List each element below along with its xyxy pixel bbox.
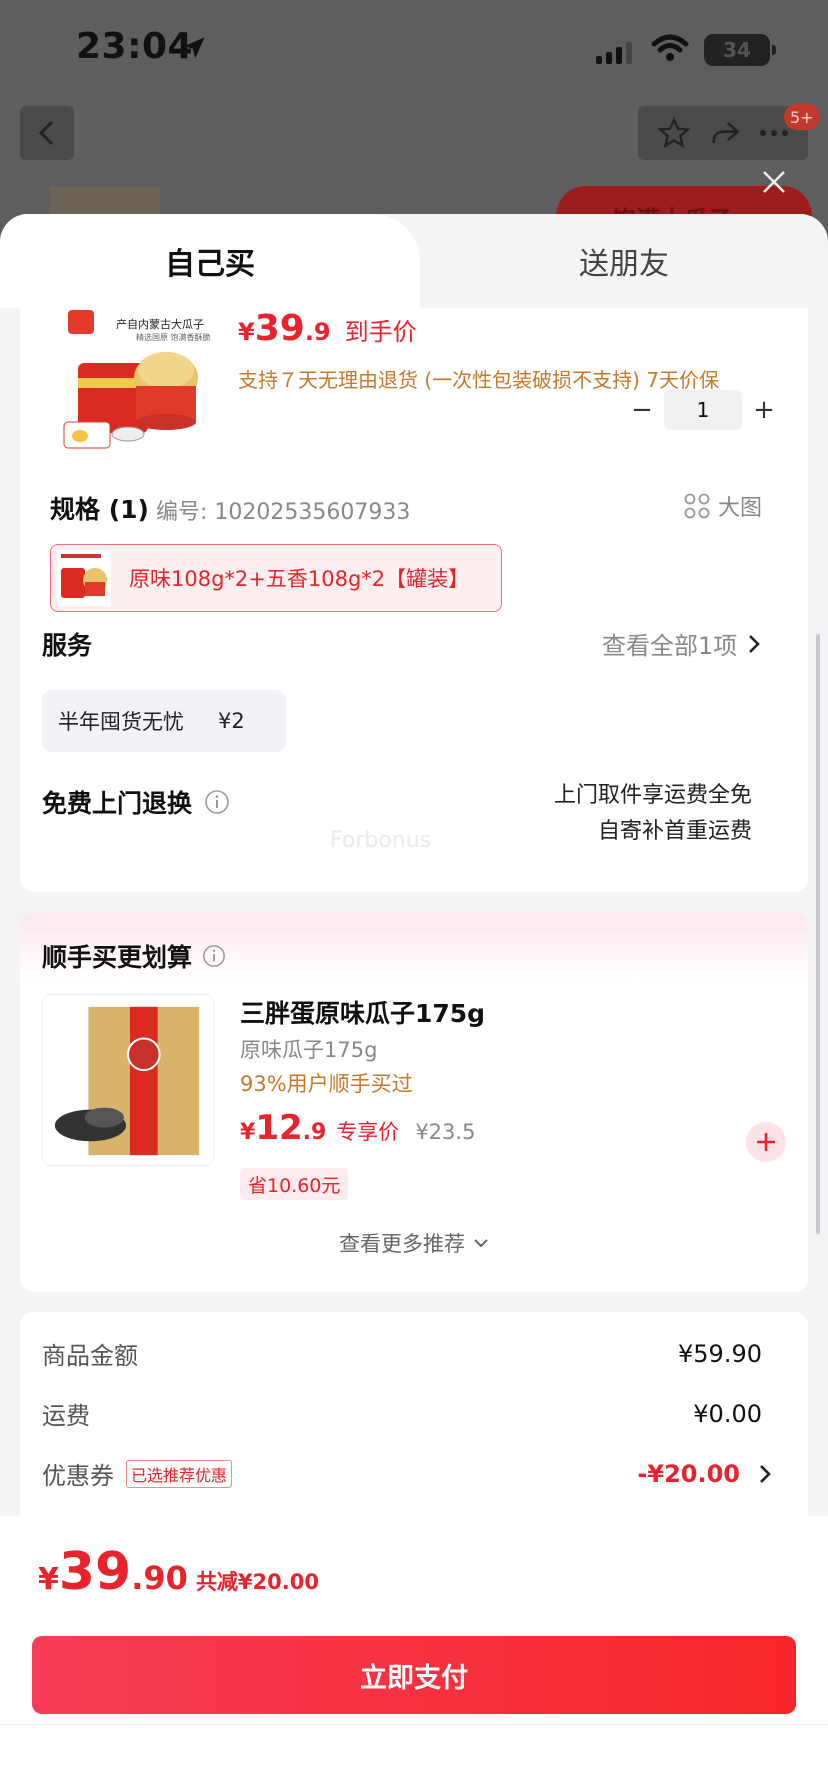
message-badge: 5+ bbox=[784, 104, 820, 130]
grid-icon bbox=[684, 493, 710, 519]
quantity-stepper: − 1 + bbox=[620, 390, 786, 430]
quantity-minus-button[interactable]: − bbox=[620, 390, 664, 430]
product-card: 产自内蒙古大瓜子 精选国原 饱满香酥脆 ¥39.9 到手价 支持７天无理由退货 (… bbox=[20, 308, 808, 892]
return-policy-text: 支持７天无理由退货 (一次性包装破损不支持) 7天价保 bbox=[238, 368, 720, 392]
star-icon[interactable] bbox=[656, 116, 691, 150]
tab-gift-friend[interactable]: 送朋友 bbox=[420, 214, 828, 308]
chevron-right-icon bbox=[749, 634, 761, 653]
coupon-row[interactable]: 优惠券 已选推荐优惠 -¥20.00 bbox=[42, 1456, 772, 1491]
back-button[interactable] bbox=[20, 106, 74, 160]
free-return-line-1: 上门取件享运费全免 bbox=[553, 783, 752, 808]
coupon-value-group: -¥20.00 bbox=[637, 1460, 772, 1488]
free-return-line-2: 自寄补首重运费 bbox=[597, 819, 752, 844]
quantity-value[interactable]: 1 bbox=[664, 390, 742, 430]
shipping-label: 运费 bbox=[42, 1402, 90, 1430]
free-return-description: 上门取件享运费全免 自寄补首重运费 bbox=[554, 778, 752, 850]
service-view-all[interactable]: 查看全部1项 bbox=[602, 626, 761, 661]
addon-title: 顺手买更划算 bbox=[42, 938, 226, 974]
addon-product-image[interactable] bbox=[42, 994, 214, 1166]
goods-amount-label: 商品金额 bbox=[42, 1342, 138, 1370]
goods-amount-row: 商品金额 ¥59.90 bbox=[42, 1336, 772, 1371]
shipping-row: 运费 ¥0.00 bbox=[42, 1396, 772, 1431]
spec-title: 规格 (1) bbox=[50, 495, 149, 524]
spec-option-label: 原味108g*2+五香108g*2【罐装】 bbox=[129, 567, 470, 591]
share-icon[interactable] bbox=[708, 116, 742, 150]
wifi-icon bbox=[651, 34, 689, 61]
info-icon[interactable] bbox=[204, 789, 230, 815]
total-price: ¥39.90 共减¥20.00 bbox=[38, 1542, 319, 1602]
status-time: 23:04 bbox=[76, 26, 194, 67]
purchase-tabs: 自己买 送朋友 bbox=[0, 214, 828, 308]
service-option-price: ¥2 bbox=[218, 709, 245, 733]
addon-card: 顺手买更划算 三胖蛋原味瓜子175g 原味瓜子175g 93%用户顺手买过 ¥1… bbox=[20, 912, 808, 1292]
spec-number: 编号: 10202535607933 bbox=[156, 500, 411, 525]
location-arrow-icon bbox=[183, 37, 205, 59]
tab-buy-self[interactable]: 自己买 bbox=[0, 214, 420, 308]
goods-amount-value: ¥59.90 bbox=[678, 1339, 762, 1368]
coupon-badge: 已选推荐优惠 bbox=[126, 1459, 233, 1488]
addon-product-name[interactable]: 三胖蛋原味瓜子175g bbox=[240, 994, 485, 1030]
big-image-button[interactable]: 大图 bbox=[684, 490, 762, 522]
addon-add-button[interactable] bbox=[746, 1122, 786, 1162]
more-recommendations-button[interactable]: 查看更多推荐 bbox=[20, 1228, 808, 1258]
plus-icon bbox=[757, 1133, 775, 1151]
cellular-signal-icon bbox=[596, 38, 632, 64]
chevron-left-icon bbox=[38, 120, 54, 146]
chevron-down-icon bbox=[474, 1239, 488, 1248]
coupon-label: 优惠券 bbox=[42, 1462, 114, 1490]
coupon-label-group: 优惠券 已选推荐优惠 bbox=[42, 1456, 233, 1491]
quantity-plus-button[interactable]: + bbox=[742, 390, 786, 430]
free-return-label: 免费上门退换 bbox=[42, 789, 193, 818]
svg-text:精选国原 饱满香酥脆: 精选国原 饱满香酥脆 bbox=[136, 332, 211, 342]
product-image[interactable]: 产自内蒙古大瓜子 精选国原 饱满香酥脆 bbox=[60, 308, 230, 458]
pay-now-button[interactable]: 立即支付 bbox=[32, 1636, 796, 1714]
battery-indicator: 34 bbox=[704, 34, 776, 66]
coupon-value: -¥20.00 bbox=[637, 1459, 740, 1488]
addon-popularity: 93%用户顺手买过 bbox=[240, 1072, 413, 1096]
spec-thumbnail bbox=[57, 550, 111, 606]
spec-option-selected[interactable]: 原味108g*2+五香108g*2【罐装】 bbox=[50, 544, 502, 612]
service-view-all-label: 查看全部1项 bbox=[602, 632, 738, 660]
more-recommendations-label: 查看更多推荐 bbox=[339, 1232, 465, 1256]
scrollbar[interactable] bbox=[816, 634, 820, 1234]
service-option-name: 半年囤货无忧 bbox=[58, 710, 184, 734]
addon-price: ¥12.9 专享价 ¥23.5 bbox=[240, 1108, 476, 1148]
watermark: Forbonus bbox=[330, 828, 432, 853]
addon-save-badge: 省10.60元 bbox=[240, 1168, 349, 1200]
free-return-title: 免费上门退换 bbox=[42, 784, 230, 820]
more-dots-icon[interactable] bbox=[759, 128, 789, 138]
product-price: ¥39.9 到手价 bbox=[238, 308, 417, 349]
addon-product-spec: 原味瓜子175g bbox=[240, 1038, 378, 1062]
chevron-right-icon bbox=[760, 1464, 771, 1483]
shipping-value: ¥0.00 bbox=[693, 1399, 762, 1428]
service-title: 服务 bbox=[42, 631, 93, 660]
big-image-label: 大图 bbox=[718, 496, 763, 521]
home-indicator-area bbox=[0, 1724, 828, 1792]
product-image-caption: 产自内蒙古大瓜子 bbox=[116, 317, 204, 331]
addon-title-label: 顺手买更划算 bbox=[42, 943, 193, 972]
service-option[interactable]: 半年囤货无忧 ¥2 bbox=[42, 690, 286, 752]
top-actions bbox=[638, 106, 808, 160]
close-icon[interactable] bbox=[760, 168, 788, 196]
info-icon[interactable] bbox=[202, 944, 226, 968]
